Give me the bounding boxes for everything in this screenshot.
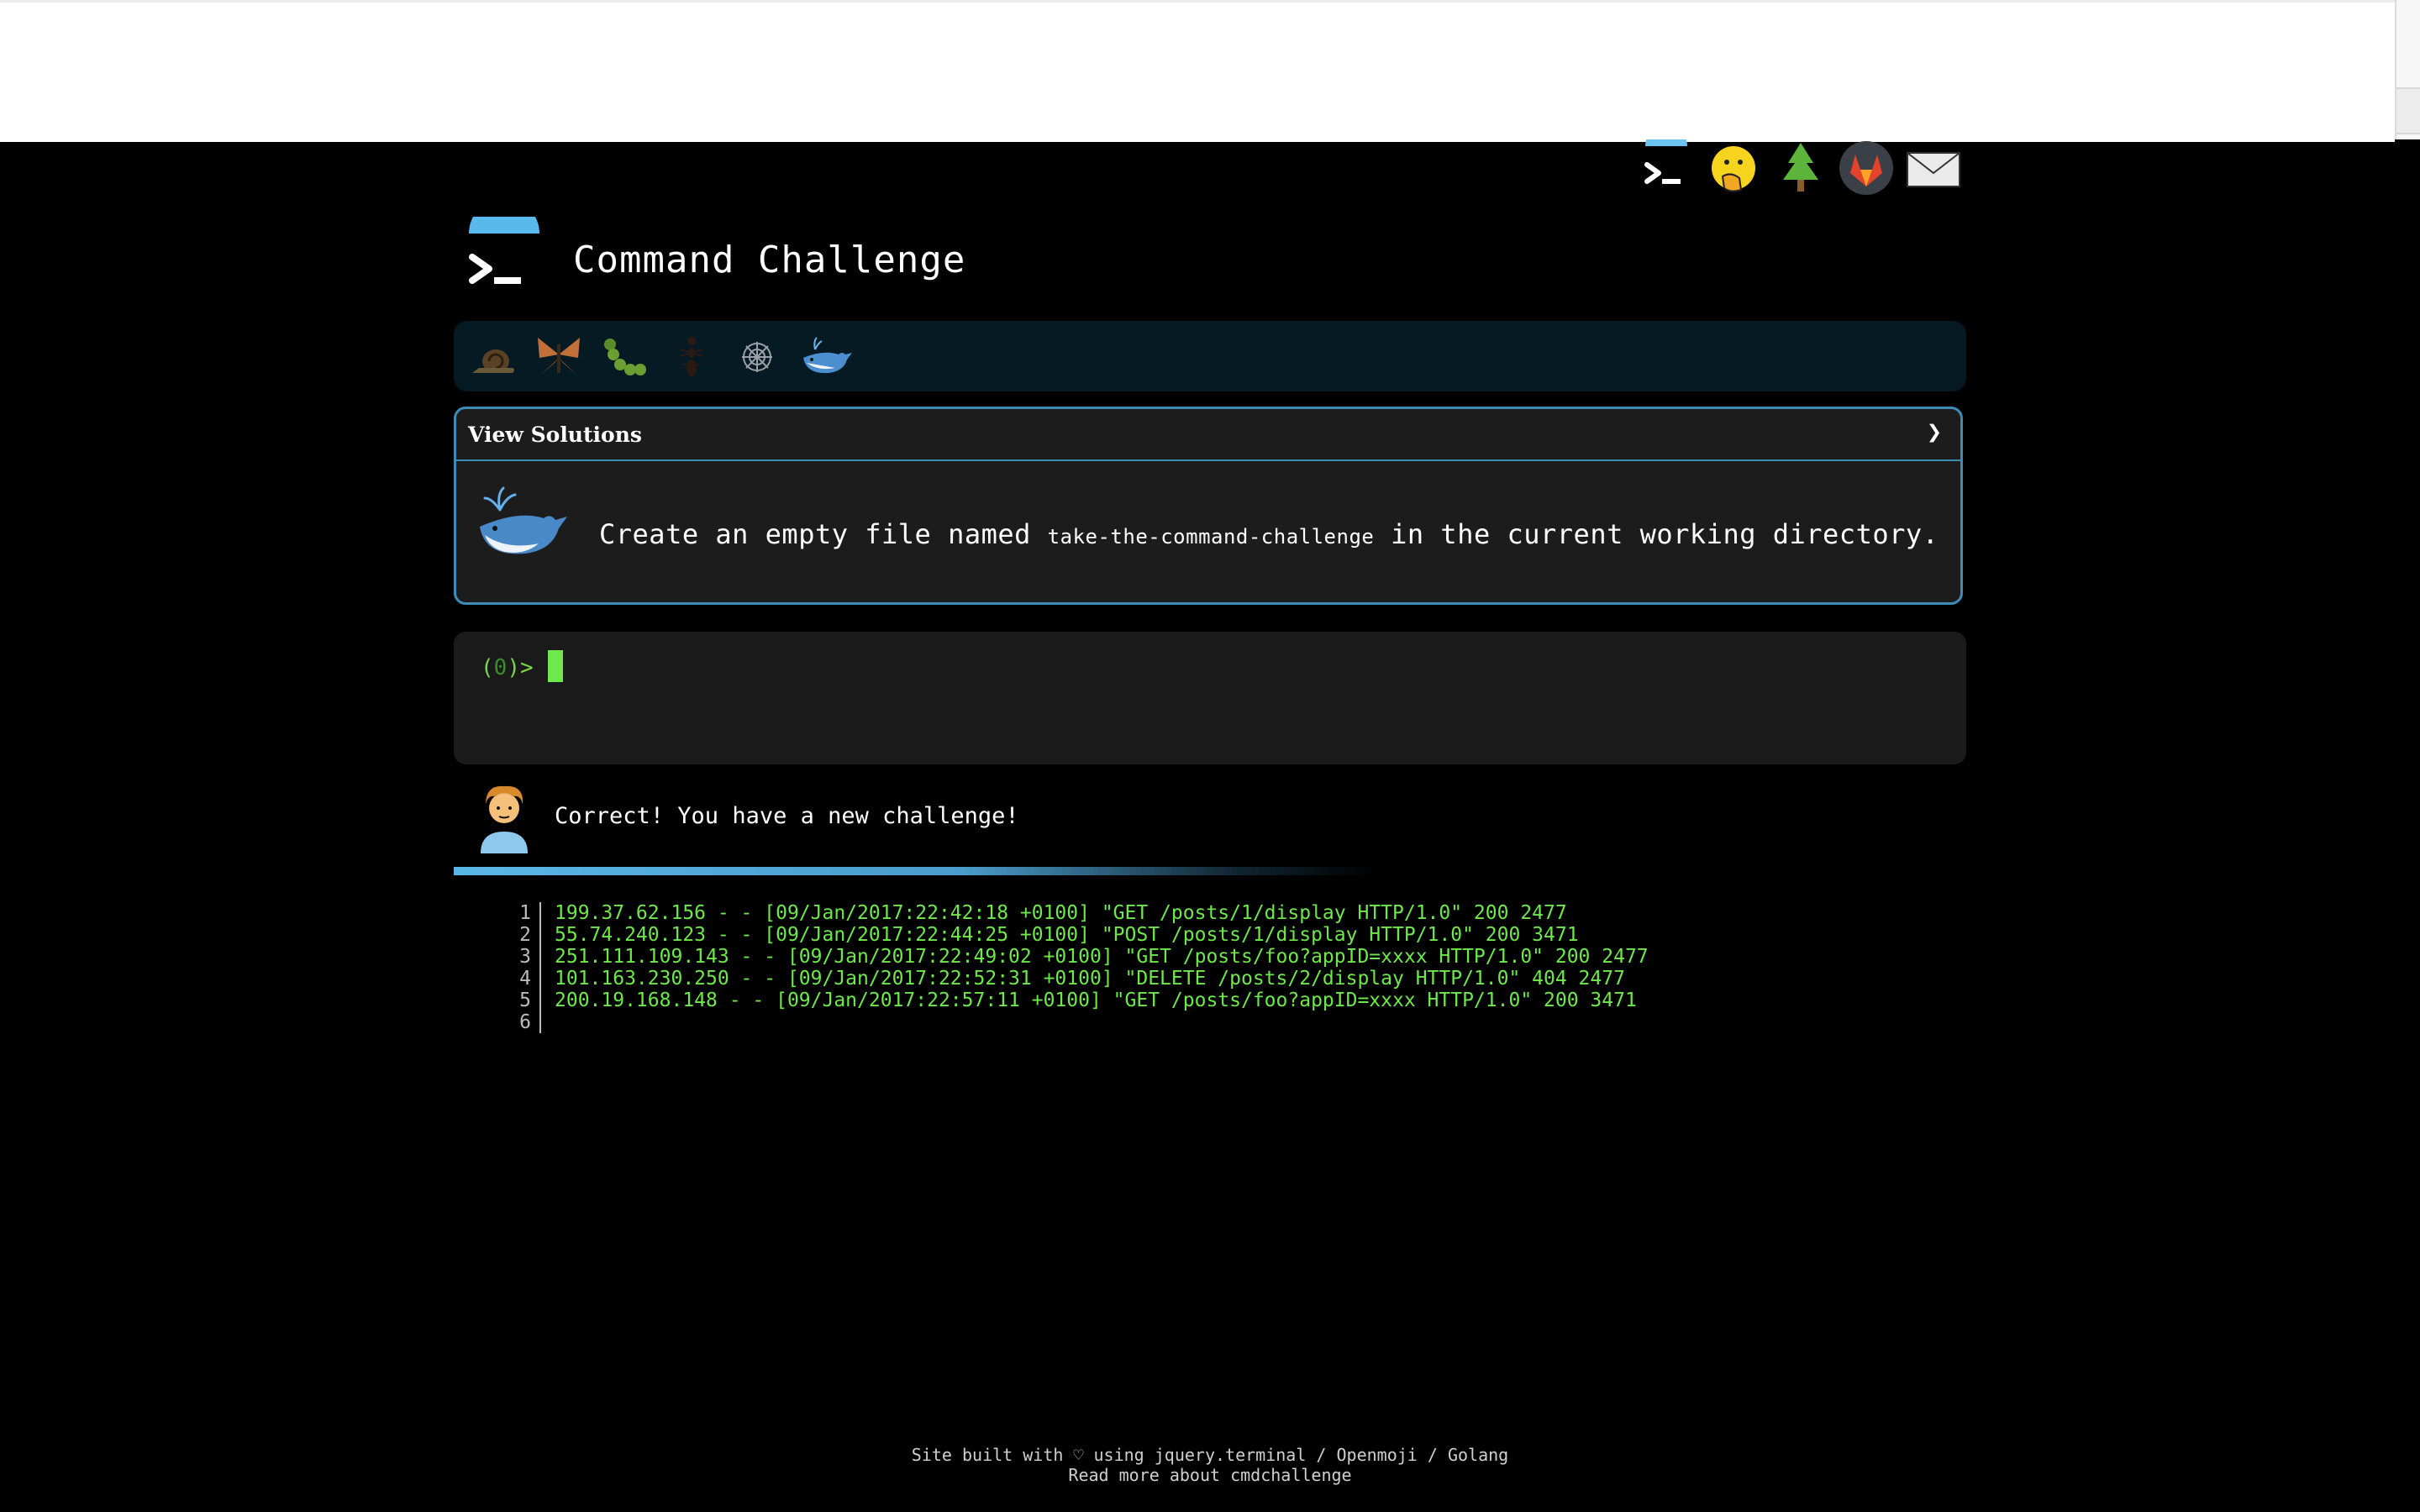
output-line-text: 251.111.109.143 - - [09/Jan/2017:22:49:0… — [555, 946, 1649, 968]
line-separator — [539, 902, 541, 924]
envelope-icon[interactable] — [1904, 139, 1960, 198]
output-line-text: 200.19.168.148 - - [09/Jan/2017:22:57:11… — [555, 990, 1637, 1011]
face-hand-over-mouth-icon[interactable] — [1706, 139, 1761, 198]
view-solutions-label: View Solutions — [468, 423, 642, 447]
output-line-text: 55.74.240.123 - - [09/Jan/2017:22:44:25 … — [555, 924, 1579, 946]
line-separator — [539, 968, 541, 990]
browser-scrollbar[interactable] — [2395, 0, 2420, 139]
line-number: 3 — [519, 946, 531, 968]
challenge-filename: take-the-command-challenge — [1047, 525, 1375, 549]
gitlab-fox-icon[interactable] — [1839, 139, 1894, 198]
view-solutions-toggle[interactable]: View Solutions ❯ — [456, 409, 1960, 461]
caterpillar-icon[interactable] — [597, 329, 652, 385]
feedback-progress-bar — [454, 867, 1378, 875]
top-nav — [1630, 125, 1966, 198]
line-number: 6 — [519, 1011, 531, 1033]
prompt-open: ( — [481, 655, 494, 680]
evergreen-tree-icon[interactable] — [1773, 139, 1828, 198]
spider-web-icon[interactable] — [729, 329, 785, 385]
output-line-text: 199.37.62.156 - - [09/Jan/2017:22:42:18 … — [555, 902, 1567, 924]
page-title: Command Challenge — [573, 239, 966, 281]
scrollbar-thumb[interactable] — [2396, 87, 2420, 134]
terminal-logo-icon[interactable] — [1639, 125, 1694, 198]
challenge-description: Create an empty file named take-the-comm… — [599, 518, 1939, 550]
line-number: 4 — [519, 968, 531, 990]
chevron-right-icon[interactable]: ❯ — [1927, 417, 1942, 447]
output-line-text: 101.163.230.250 - - [09/Jan/2017:22:52:3… — [555, 968, 1625, 990]
line-separator — [539, 946, 541, 968]
line-number: 2 — [519, 924, 531, 946]
line-separator — [539, 990, 541, 1011]
terminal-cursor[interactable] — [548, 650, 563, 682]
terminal-prompt: (0)> — [481, 655, 534, 680]
line-number: 5 — [519, 990, 531, 1011]
challenge-text-after: in the current working directory. — [1391, 518, 1939, 550]
browser-viewport-top — [0, 0, 2395, 142]
footer: Site built with ♡ using jquery.terminal … — [0, 1445, 2420, 1485]
whale-icon — [475, 475, 569, 569]
line-separator — [539, 1011, 541, 1033]
snail-icon[interactable] — [466, 329, 521, 385]
footer-credits[interactable]: Site built with ♡ using jquery.terminal … — [0, 1445, 2420, 1465]
level-bar — [454, 321, 1966, 391]
line-number: 1 — [519, 902, 531, 924]
ant-icon[interactable] — [664, 329, 719, 385]
terminal-input-area[interactable]: (0)> — [454, 632, 1966, 764]
whale-icon[interactable] — [798, 329, 854, 385]
person-curly-hair-icon — [474, 780, 534, 853]
prompt-number: 0 — [493, 655, 508, 680]
footer-about-link[interactable]: Read more about cmdchallenge — [0, 1465, 2420, 1485]
butterfly-icon[interactable] — [531, 329, 587, 385]
feedback-message: Correct! You have a new challenge! — [555, 803, 1019, 829]
line-separator — [539, 924, 541, 946]
prompt-close: )> — [507, 655, 534, 680]
site-logo-icon[interactable] — [460, 198, 548, 299]
challenge-text-before: Create an empty file named — [599, 518, 1031, 550]
solutions-panel: View Solutions ❯ Create an empty file na… — [454, 407, 1963, 605]
